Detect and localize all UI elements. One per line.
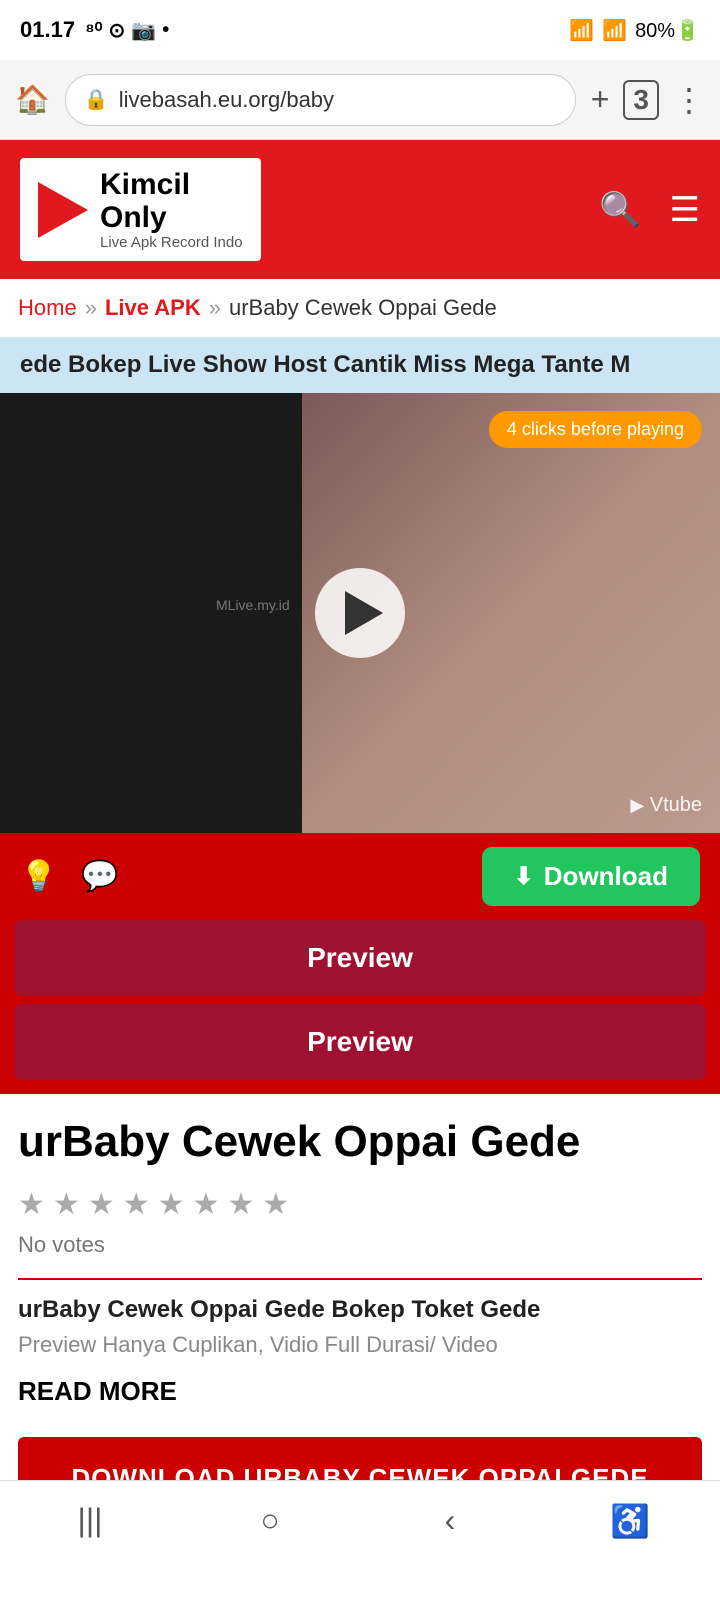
vtube-icon: ▶ <box>630 795 644 815</box>
nav-accessibility-button[interactable]: ♿ <box>600 1491 660 1551</box>
navigation-bar: ||| ○ ‹ ♿ <box>0 1480 720 1560</box>
star-6[interactable]: ★ <box>193 1187 220 1222</box>
logo-area[interactable]: Kimcil Only Live Apk Record Indo <box>20 158 261 261</box>
breadcrumb-sep2: » <box>209 295 221 321</box>
breadcrumb-home-link[interactable]: Home <box>18 295 77 321</box>
breadcrumb: Home » Live APK » urBaby Cewek Oppai Ged… <box>0 279 720 337</box>
star-7[interactable]: ★ <box>227 1187 254 1222</box>
video-player[interactable]: 4 clicks before playing ▶ Vtube MLive.my… <box>0 393 720 833</box>
no-votes-text: No votes <box>18 1232 702 1258</box>
video-controls-bar: 💡 💬 ⬇ Download <box>0 833 720 920</box>
browser-bar: 🏠 🔒 livebasah.eu.org/baby + 3 ⋮ <box>0 60 720 140</box>
preview-buttons-area: Preview Preview <box>0 920 720 1094</box>
time-display: 01.17 <box>20 17 75 43</box>
menu-icon[interactable]: ☰ <box>670 190 700 230</box>
divider <box>18 1278 702 1280</box>
add-tab-button[interactable]: + <box>591 81 610 118</box>
status-bar: 01.17 ⁸⁰ ⊙ 📷 • 📶 📶 80%🔋 <box>0 0 720 60</box>
tab-count-badge[interactable]: 3 <box>623 80 659 120</box>
url-bar[interactable]: 🔒 livebasah.eu.org/baby <box>65 74 576 126</box>
download-label: Download <box>544 861 668 892</box>
logo-line1: Kimcil <box>100 168 190 201</box>
star-8[interactable]: ★ <box>262 1187 289 1222</box>
logo-triangle-icon <box>38 182 88 238</box>
preview-button-1[interactable]: Preview <box>14 920 706 996</box>
logo-text: Kimcil Only Live Apk Record Indo <box>100 168 243 251</box>
wifi-icon: 📶 <box>569 18 594 43</box>
star-4[interactable]: ★ <box>123 1187 150 1222</box>
breadcrumb-current: urBaby Cewek Oppai Gede <box>229 295 497 321</box>
star-1[interactable]: ★ <box>18 1187 45 1222</box>
logo-tagline: Live Apk Record Indo <box>100 234 243 251</box>
preview-button-2[interactable]: Preview <box>14 1004 706 1080</box>
lightbulb-icon[interactable]: 💡 <box>20 859 57 894</box>
bd-icon: ⁸⁰ <box>85 18 102 43</box>
download-button[interactable]: ⬇ Download <box>482 847 700 906</box>
clicks-badge: 4 clicks before playing <box>489 411 702 448</box>
star-5[interactable]: ★ <box>158 1187 185 1222</box>
nav-menu-button[interactable]: ||| <box>60 1491 120 1551</box>
lock-icon: 🔒 <box>84 87 109 112</box>
download-arrow-icon: ⬇ <box>514 862 534 891</box>
article-title: urBaby Cewek Oppai Gede Bokep Toket Gede <box>18 1296 702 1324</box>
status-time: 01.17 ⁸⁰ ⊙ 📷 • <box>20 17 169 43</box>
banner-text: ede Bokep Live Show Host Cantik Miss Meg… <box>0 351 630 379</box>
article-preview-text: Preview Hanya Cuplikan, Vidio Full Duras… <box>18 1332 702 1358</box>
status-right-icons: 📶 📶 80%🔋 <box>569 18 700 43</box>
star-3[interactable]: ★ <box>88 1187 115 1222</box>
signal-icon: 📶 <box>602 18 627 43</box>
nav-home-button[interactable]: ○ <box>240 1491 300 1551</box>
star-2[interactable]: ★ <box>53 1187 80 1222</box>
url-text: livebasah.eu.org/baby <box>119 87 334 113</box>
status-icons: ⁸⁰ ⊙ 📷 • <box>85 18 169 43</box>
header-right: 🔍 ☰ <box>599 190 700 230</box>
record-icon: 📷 <box>131 18 156 43</box>
video-left-panel <box>0 393 302 833</box>
page-title: urBaby Cewek Oppai Gede <box>18 1116 702 1169</box>
more-options-button[interactable]: ⋮ <box>673 81 705 119</box>
logo-line2: Only <box>100 201 167 234</box>
scrolling-banner: ede Bokep Live Show Host Cantik Miss Meg… <box>0 337 720 393</box>
mlive-watermark: MLive.my.id <box>216 597 290 613</box>
control-icons: 💡 💬 <box>20 859 119 894</box>
nav-back-button[interactable]: ‹ <box>420 1491 480 1551</box>
search-icon[interactable]: 🔍 <box>599 190 641 230</box>
content-area: urBaby Cewek Oppai Gede ★ ★ ★ ★ ★ ★ ★ ★ … <box>0 1094 720 1542</box>
site-header: Kimcil Only Live Apk Record Indo 🔍 ☰ <box>0 140 720 279</box>
play-button[interactable] <box>315 568 405 658</box>
play-icon <box>345 591 383 635</box>
breadcrumb-sep1: » <box>85 295 97 321</box>
vtube-watermark: ▶ Vtube <box>630 794 702 817</box>
browser-home-button[interactable]: 🏠 <box>15 83 50 116</box>
dot-icon: • <box>162 19 169 42</box>
video-container: 4 clicks before playing ▶ Vtube MLive.my… <box>0 393 720 1094</box>
browser-actions: + 3 ⋮ <box>591 80 705 120</box>
breadcrumb-liveapk-link[interactable]: Live APK <box>105 295 201 321</box>
comment-icon[interactable]: 💬 <box>81 859 118 894</box>
battery-display: 80%🔋 <box>635 18 700 43</box>
star-rating: ★ ★ ★ ★ ★ ★ ★ ★ <box>18 1187 702 1222</box>
github-icon: ⊙ <box>109 18 126 43</box>
vtube-text: Vtube <box>650 794 702 816</box>
read-more-label[interactable]: READ MORE <box>18 1376 702 1407</box>
